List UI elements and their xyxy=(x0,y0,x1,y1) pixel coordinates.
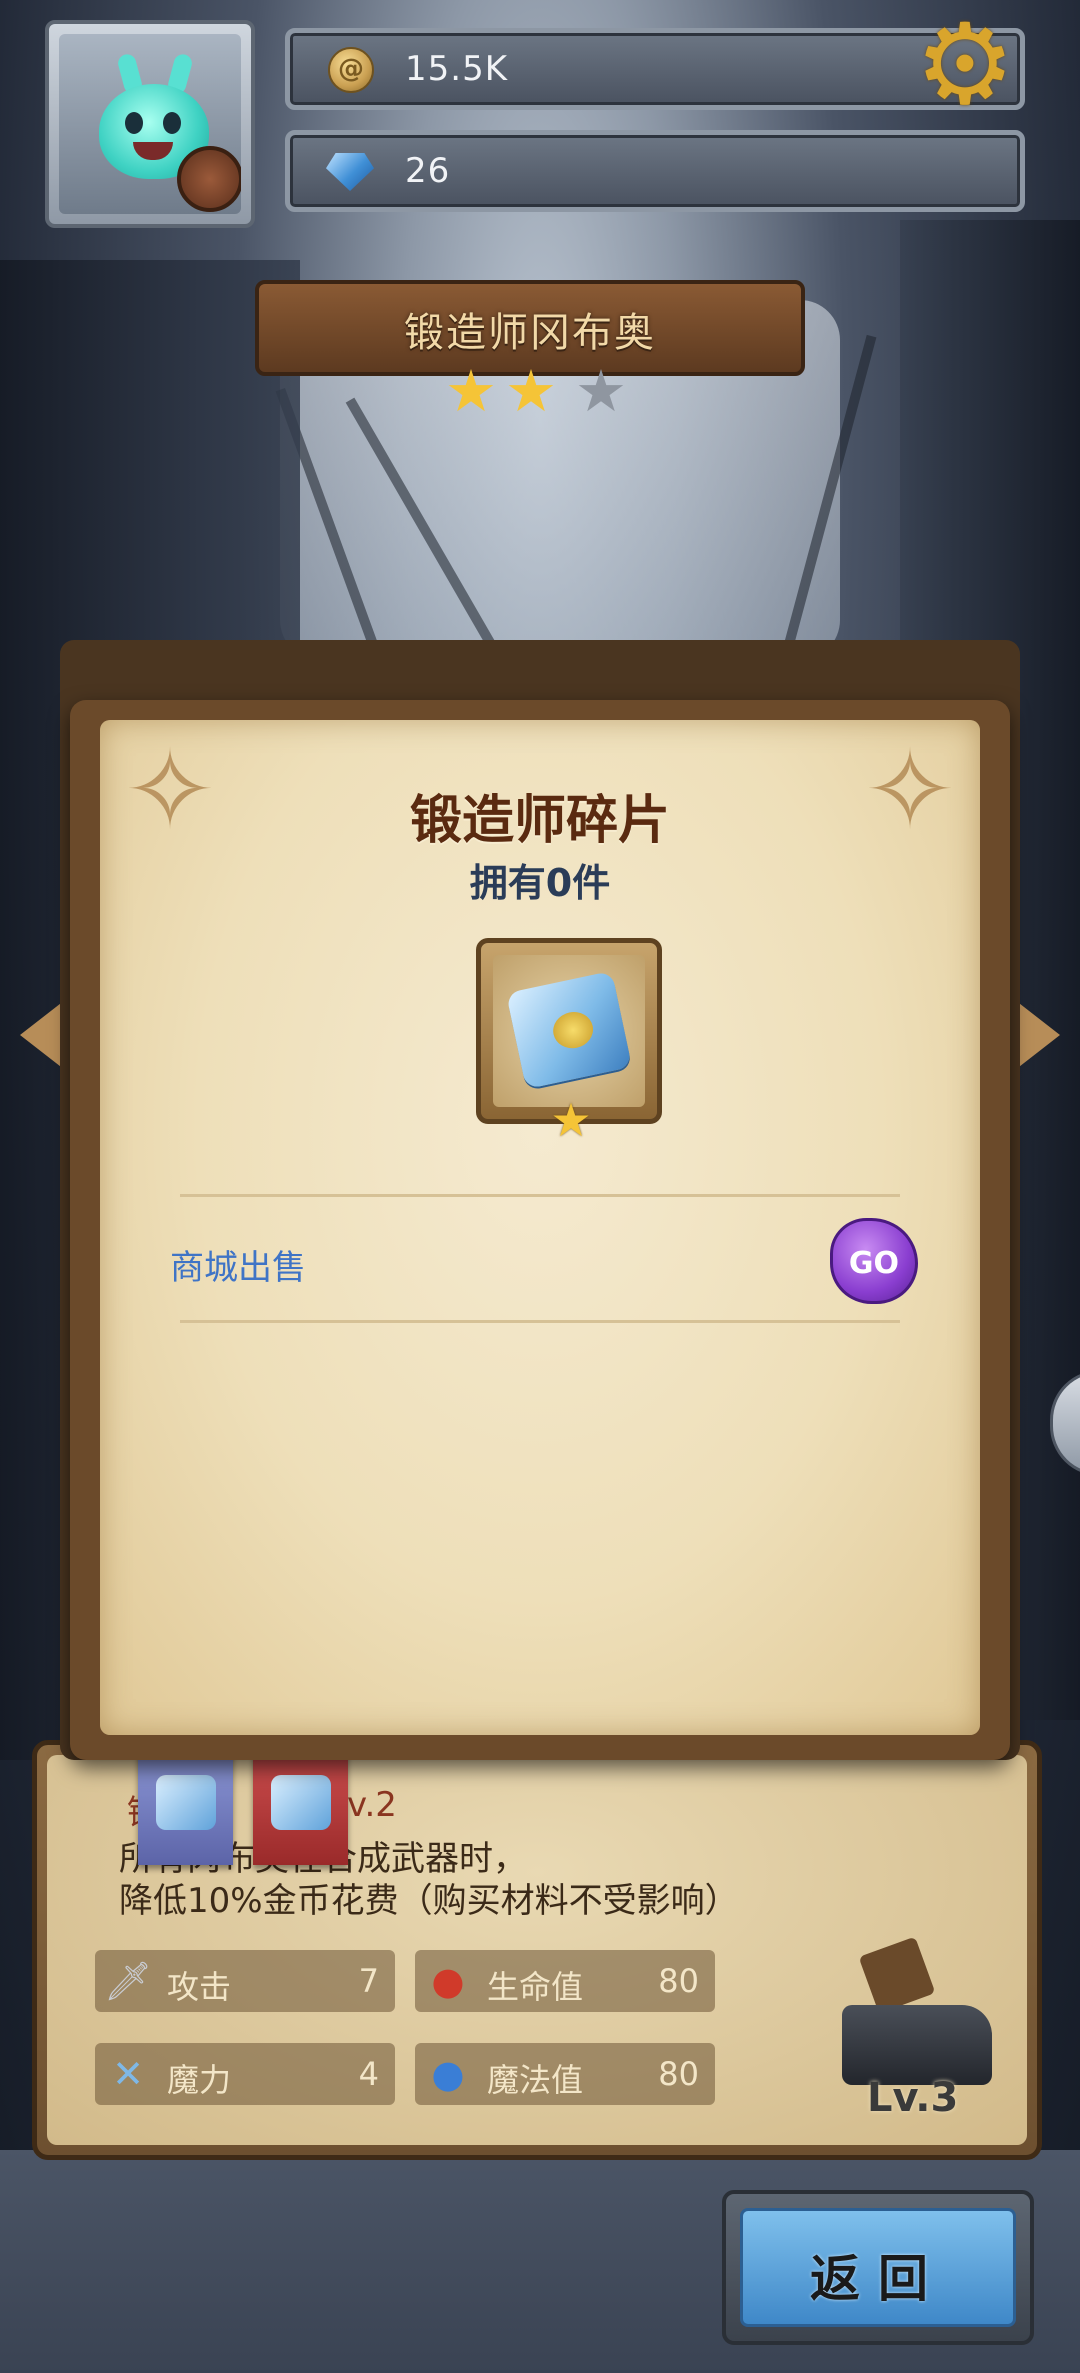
fragment-item-bg xyxy=(493,955,645,1107)
skill-desc-line2: 降低10%金币花费（购买材料不受影响） xyxy=(119,1881,739,1921)
modal-title: 锻造师碎片 xyxy=(409,791,670,851)
anvil-level: Lv.3 xyxy=(867,2075,959,2121)
puzzle-face-icon xyxy=(549,1008,597,1052)
fragment-tab-blue[interactable] xyxy=(138,1745,233,1865)
stat-value: 80 xyxy=(658,1962,699,2000)
item-star-icon: ★ xyxy=(550,1093,592,1147)
fragment-tab-red[interactable] xyxy=(253,1745,348,1865)
puzzle-icon xyxy=(156,1775,216,1830)
sword-icon: 🗡 xyxy=(103,1959,153,2003)
owned-count: 拥有0件 xyxy=(469,861,611,905)
go-button[interactable]: GO xyxy=(830,1218,918,1304)
hero-name: 锻造师冈布奥 xyxy=(404,310,656,356)
blue-potion-icon: ● xyxy=(431,2052,465,2096)
skill-title-suffix: v.2 xyxy=(347,1785,397,1825)
stat-value: 7 xyxy=(358,1962,379,2000)
stat-magic-power: ✕ 魔力 4 xyxy=(95,2043,395,2105)
puzzle-piece-icon xyxy=(505,970,633,1090)
hammer-icon xyxy=(858,1936,936,2014)
star-empty-icon: ★ xyxy=(575,357,627,425)
hero-avatar[interactable] xyxy=(45,20,255,228)
stat-hp: ● 生命值 80 xyxy=(415,1950,715,2012)
shield-icon xyxy=(177,146,241,212)
puzzle-icon xyxy=(271,1775,331,1830)
avatar-portrait xyxy=(59,34,241,214)
shop-source-link[interactable]: 商城出售 xyxy=(170,1240,306,1289)
slime-eye xyxy=(163,112,181,134)
star-filled-icon: ★ xyxy=(505,357,557,425)
gem-count: 26 xyxy=(405,151,451,191)
stat-label: 攻击 xyxy=(167,1968,232,2006)
anvil-icon xyxy=(842,2005,992,2085)
coin-count: 15.5K xyxy=(405,49,508,89)
anvil-level-badge[interactable]: Lv.3 xyxy=(812,1935,1022,2135)
divider xyxy=(180,1194,900,1197)
next-arrow-icon[interactable] xyxy=(1015,1000,1060,1070)
fragment-item-slot: ★ xyxy=(476,938,662,1145)
stat-label: 生命值 xyxy=(487,1968,584,2006)
coin-icon: @ xyxy=(328,47,374,93)
gem-icon xyxy=(326,153,374,191)
stat-value: 80 xyxy=(658,2055,699,2093)
slime-mouth xyxy=(133,142,173,160)
back-button-label: 返回 xyxy=(810,2250,946,2308)
previous-arrow-icon[interactable] xyxy=(20,1000,65,1070)
fragment-modal: ✧ ✧ 锻造师碎片 拥有0件 ★ 商城出售 GO xyxy=(70,700,1010,1760)
stat-attack: 🗡 攻击 7 xyxy=(95,1950,395,2012)
gem-bar: 26 xyxy=(285,130,1025,212)
star-filled-icon: ★ xyxy=(445,357,497,425)
red-potion-icon: ● xyxy=(431,1959,465,2003)
stat-label: 魔法值 xyxy=(487,2061,584,2099)
divider xyxy=(180,1320,900,1323)
staff-icon: ✕ xyxy=(112,2052,144,2096)
gear-icon[interactable]: ⚙ xyxy=(910,9,1020,121)
slime-eye xyxy=(125,112,143,134)
back-button-face: 返回 xyxy=(740,2208,1016,2327)
stat-mp: ● 魔法值 80 xyxy=(415,2043,715,2105)
back-button[interactable]: 返回 xyxy=(722,2190,1034,2345)
stat-label: 魔力 xyxy=(167,2061,232,2099)
stat-value: 4 xyxy=(358,2055,379,2093)
modal-paper: ✧ ✧ 锻造师碎片 拥有0件 ★ 商城出售 GO xyxy=(100,720,980,1735)
